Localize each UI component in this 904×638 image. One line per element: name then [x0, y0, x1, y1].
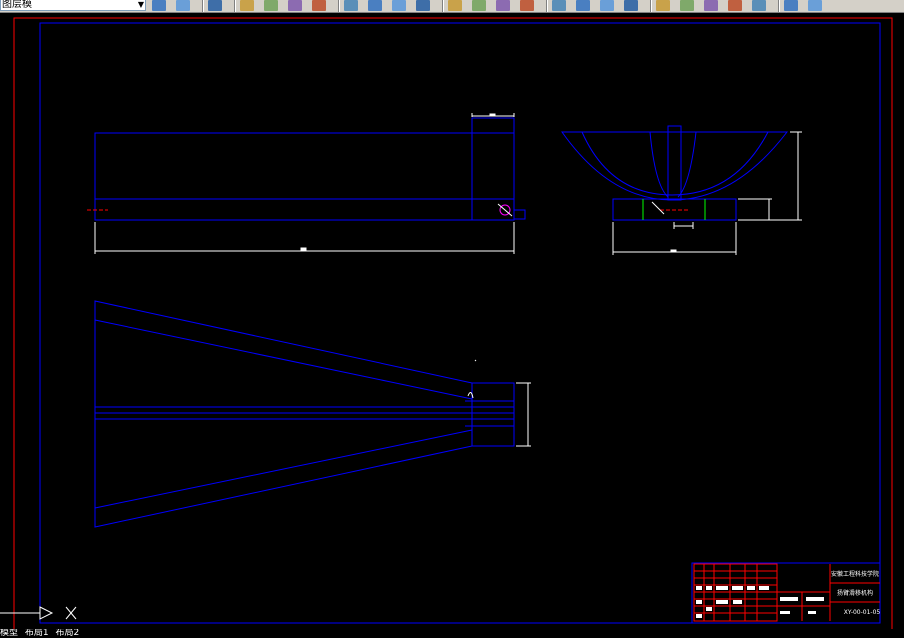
tab-layout-1[interactable]: 布局1 — [25, 629, 49, 638]
drawing-canvas[interactable]: 安徽工程科技学院 扬臂滑移机构 XY-00-01-05 — [0, 12, 904, 632]
markup-icon[interactable] — [728, 0, 742, 11]
front-view-dimensions — [94, 113, 515, 254]
side-view — [561, 125, 789, 221]
layer-previous-icon[interactable] — [176, 0, 190, 11]
block-icon[interactable] — [448, 0, 462, 11]
layers-icon[interactable] — [808, 0, 822, 11]
tool-palettes-icon[interactable] — [680, 0, 694, 11]
ucs-icon — [0, 606, 77, 620]
layout-tabs: 模型 布局1 布局2 — [0, 629, 904, 638]
chevron-down-icon[interactable]: ▼ — [138, 0, 144, 10]
zoom-window-icon[interactable] — [576, 0, 590, 11]
zoom-realtime-icon[interactable] — [552, 0, 566, 11]
toolbar-separator — [202, 0, 204, 12]
side-view-dimensions — [612, 131, 802, 255]
title-block-drawing-name: 扬臂滑移机构 — [837, 589, 873, 597]
tab-layout-2[interactable]: 布局2 — [56, 629, 80, 638]
undo-icon[interactable] — [472, 0, 486, 11]
sheet-inner-frame — [39, 22, 881, 624]
help-icon[interactable] — [784, 0, 798, 11]
tab-model[interactable]: 模型 — [0, 629, 18, 638]
cut-icon[interactable] — [344, 0, 358, 11]
top-view — [94, 300, 515, 528]
quickcalc-icon[interactable] — [752, 0, 766, 11]
copy-icon[interactable] — [368, 0, 382, 11]
top-view-dimensions — [474, 359, 531, 447]
sheet-outer-frame — [13, 17, 893, 631]
toolbar-separator — [650, 0, 652, 12]
open-icon[interactable] — [208, 0, 222, 11]
zoom-previous-icon[interactable] — [600, 0, 614, 11]
front-view — [87, 117, 526, 221]
pan-icon[interactable] — [520, 0, 534, 11]
toolbar-separator — [338, 0, 340, 12]
plot-icon[interactable] — [264, 0, 278, 11]
layer-state-combo[interactable]: 图层模 ▼ — [0, 0, 146, 11]
toolbar-separator — [442, 0, 444, 12]
redo-icon[interactable] — [496, 0, 510, 11]
sheet-set-icon[interactable] — [704, 0, 718, 11]
layer-manager-icon[interactable] — [152, 0, 166, 11]
paste-icon[interactable] — [392, 0, 406, 11]
design-center-icon[interactable] — [656, 0, 670, 11]
save-icon[interactable] — [240, 0, 254, 11]
toolbar-separator — [234, 0, 236, 12]
title-block-school: 安徽工程科技学院 — [831, 570, 879, 578]
properties-icon[interactable] — [624, 0, 638, 11]
preview-icon[interactable] — [288, 0, 302, 11]
toolbar-separator — [778, 0, 780, 12]
publish-icon[interactable] — [312, 0, 326, 11]
title-block-drawing-number: XY-00-01-05 — [844, 609, 881, 616]
match-properties-icon[interactable] — [416, 0, 430, 11]
title-block: 安徽工程科技学院 扬臂滑移机构 XY-00-01-05 — [691, 562, 881, 624]
layer-state-value: 图层模 — [2, 0, 32, 10]
toolbar-separator — [546, 0, 548, 12]
